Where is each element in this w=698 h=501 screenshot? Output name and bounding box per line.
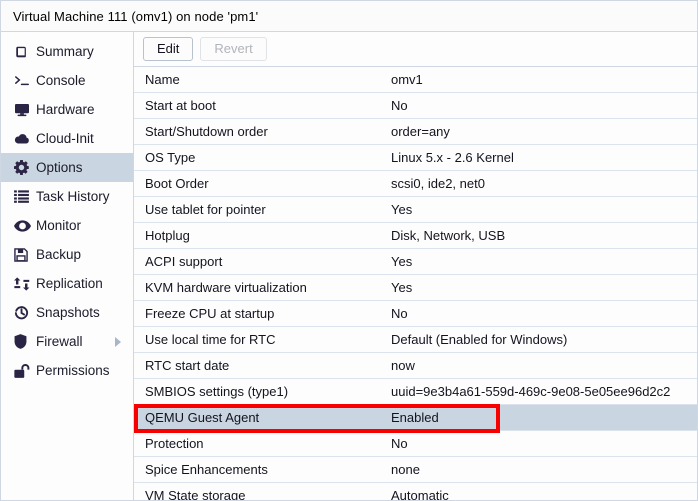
option-value: No — [391, 98, 697, 113]
sidebar-item-label: Summary — [33, 44, 94, 59]
option-value: order=any — [391, 124, 697, 139]
sidebar-item-label: Monitor — [33, 218, 81, 233]
option-key: QEMU Guest Agent — [134, 410, 391, 425]
table-row[interactable]: RTC start datenow — [134, 353, 697, 379]
option-value: Yes — [391, 202, 697, 217]
unlock-icon — [14, 363, 33, 379]
replication-icon — [14, 276, 33, 292]
gear-icon — [14, 160, 33, 176]
sidebar-item-firewall[interactable]: Firewall — [1, 327, 133, 356]
option-value: uuid=9e3b4a61-559d-469c-9e08-5e05ee96d2c… — [391, 384, 697, 399]
sidebar-item-label: Snapshots — [33, 305, 100, 320]
table-row[interactable]: ProtectionNo — [134, 431, 697, 457]
sidebar-item-label: Console — [33, 73, 86, 88]
sidebar-item-label: Permissions — [33, 363, 110, 378]
summary-icon — [14, 44, 33, 60]
table-row[interactable]: SMBIOS settings (type1)uuid=9e3b4a61-559… — [134, 379, 697, 405]
sidebar-item-label: Hardware — [33, 102, 95, 117]
table-row[interactable]: VM State storageAutomatic — [134, 483, 697, 500]
page-title: Virtual Machine 111 (omv1) on node 'pm1' — [13, 9, 258, 24]
list-icon — [14, 189, 33, 205]
table-row[interactable]: OS TypeLinux 5.x - 2.6 Kernel — [134, 145, 697, 171]
table-row[interactable]: KVM hardware virtualizationYes — [134, 275, 697, 301]
sidebar-item-label: Firewall — [33, 334, 83, 349]
table-row[interactable]: Use tablet for pointerYes — [134, 197, 697, 223]
option-key: Start/Shutdown order — [134, 124, 391, 139]
sidebar-item-summary[interactable]: Summary — [1, 37, 133, 66]
sidebar-item-permissions[interactable]: Permissions — [1, 356, 133, 385]
window-body: Summary Console Hardware Cloud-Init Options T… — [1, 32, 697, 500]
option-key: Spice Enhancements — [134, 462, 391, 477]
option-value: Automatic — [391, 488, 697, 500]
sidebar-item-monitor[interactable]: Monitor — [1, 211, 133, 240]
options-toolbar: Edit Revert — [134, 32, 697, 67]
option-value: Yes — [391, 254, 697, 269]
sidebar-item-replication[interactable]: Replication — [1, 269, 133, 298]
sidebar-item-label: Replication — [33, 276, 103, 291]
table-row[interactable]: Start/Shutdown orderorder=any — [134, 119, 697, 145]
option-value: Enabled — [391, 410, 697, 425]
sidebar-item-options[interactable]: Options — [1, 153, 133, 182]
option-value: No — [391, 436, 697, 451]
table-row[interactable]: Nameomv1 — [134, 67, 697, 93]
option-value: No — [391, 306, 697, 321]
table-row[interactable]: Freeze CPU at startupNo — [134, 301, 697, 327]
sidebar-item-task-history[interactable]: Task History — [1, 182, 133, 211]
option-key: RTC start date — [134, 358, 391, 373]
table-row[interactable]: Boot Orderscsi0, ide2, net0 — [134, 171, 697, 197]
sidebar-item-hardware[interactable]: Hardware — [1, 95, 133, 124]
options-table: Nameomv1Start at bootNoStart/Shutdown or… — [134, 67, 697, 500]
table-row[interactable]: HotplugDisk, Network, USB — [134, 223, 697, 249]
option-key: Use tablet for pointer — [134, 202, 391, 217]
table-row[interactable]: Use local time for RTCDefault (Enabled f… — [134, 327, 697, 353]
table-row[interactable]: Start at bootNo — [134, 93, 697, 119]
option-key: ACPI support — [134, 254, 391, 269]
revert-button[interactable]: Revert — [200, 37, 266, 61]
option-value: omv1 — [391, 72, 697, 87]
option-value: none — [391, 462, 697, 477]
option-value: Linux 5.x - 2.6 Kernel — [391, 150, 697, 165]
proxmox-vm-window: Virtual Machine 111 (omv1) on node 'pm1'… — [0, 0, 698, 501]
sidebar-item-console[interactable]: Console — [1, 66, 133, 95]
table-row[interactable]: ACPI supportYes — [134, 249, 697, 275]
chevron-right-icon[interactable] — [115, 337, 121, 347]
option-key: Start at boot — [134, 98, 391, 113]
shield-icon — [14, 334, 33, 350]
table-row[interactable]: Spice Enhancementsnone — [134, 457, 697, 483]
option-value: Yes — [391, 280, 697, 295]
sidebar-item-backup[interactable]: Backup — [1, 240, 133, 269]
eye-icon — [14, 218, 33, 234]
cloud-icon — [14, 131, 33, 147]
sidebar-item-label: Options — [33, 160, 83, 175]
history-icon — [14, 305, 33, 321]
sidebar-item-snapshots[interactable]: Snapshots — [1, 298, 133, 327]
option-key: Boot Order — [134, 176, 391, 191]
option-key: Freeze CPU at startup — [134, 306, 391, 321]
option-value: now — [391, 358, 697, 373]
option-key: Name — [134, 72, 391, 87]
option-key: KVM hardware virtualization — [134, 280, 391, 295]
floppy-disk-icon — [14, 247, 33, 263]
window-header: Virtual Machine 111 (omv1) on node 'pm1' — [1, 1, 697, 32]
sidebar-item-cloud-init[interactable]: Cloud-Init — [1, 124, 133, 153]
option-key: Hotplug — [134, 228, 391, 243]
option-key: Use local time for RTC — [134, 332, 391, 347]
hardware-icon — [14, 102, 33, 118]
sidebar: Summary Console Hardware Cloud-Init Options T… — [1, 32, 134, 500]
sidebar-item-label: Cloud-Init — [33, 131, 94, 146]
sidebar-item-label: Backup — [33, 247, 81, 262]
console-icon — [14, 73, 33, 89]
table-row[interactable]: QEMU Guest AgentEnabled — [134, 405, 697, 431]
option-value: Disk, Network, USB — [391, 228, 697, 243]
main-panel: Edit Revert Nameomv1Start at bootNoStart… — [134, 32, 697, 500]
sidebar-item-label: Task History — [33, 189, 110, 204]
option-key: OS Type — [134, 150, 391, 165]
option-value: Default (Enabled for Windows) — [391, 332, 697, 347]
option-key: SMBIOS settings (type1) — [134, 384, 391, 399]
option-key: Protection — [134, 436, 391, 451]
edit-button[interactable]: Edit — [143, 37, 193, 61]
option-key: VM State storage — [134, 488, 391, 500]
option-value: scsi0, ide2, net0 — [391, 176, 697, 191]
